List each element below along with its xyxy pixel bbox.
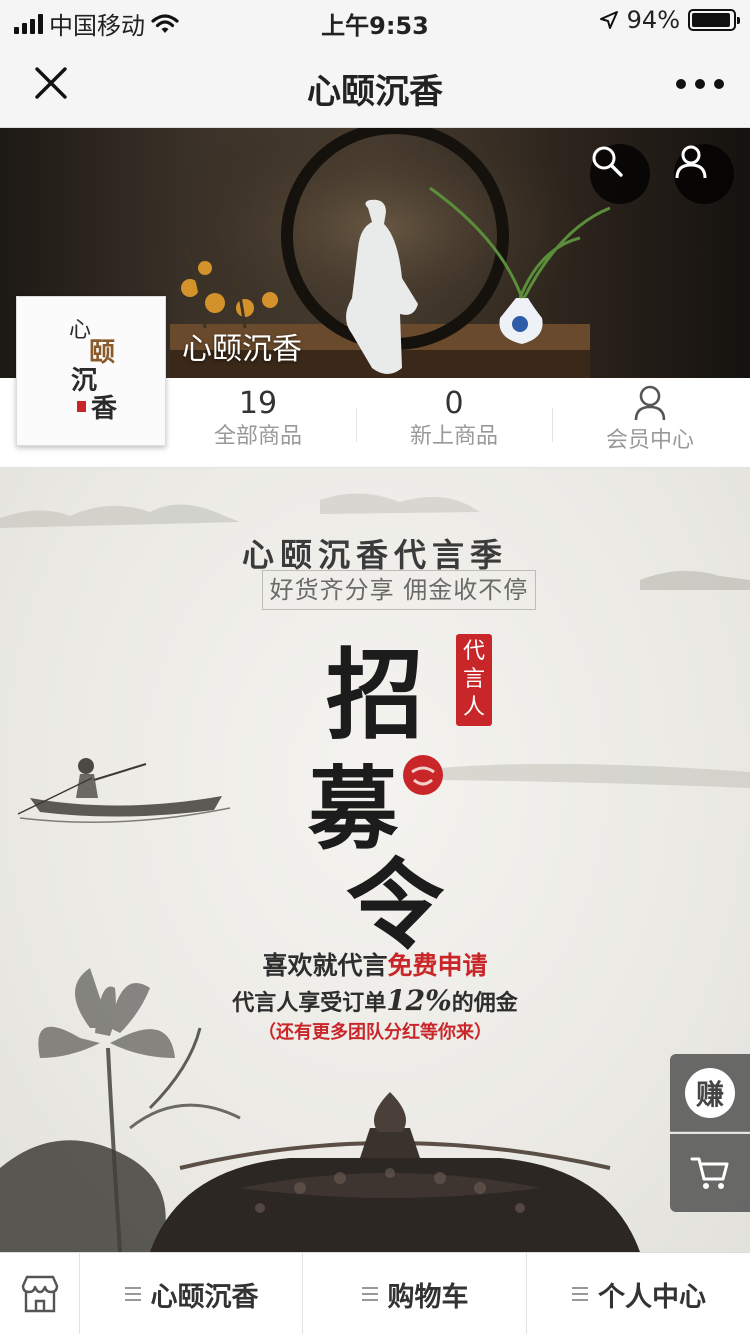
new-products-count: 0 bbox=[444, 386, 464, 421]
banner-line-apply: 喜欢就代言免费申请 bbox=[0, 946, 750, 982]
account-button[interactable] bbox=[674, 144, 734, 204]
search-button[interactable] bbox=[590, 144, 650, 204]
nav-bar: 心颐沉香 bbox=[0, 40, 750, 128]
cart-float-button[interactable] bbox=[670, 1134, 750, 1212]
battery-icon bbox=[688, 9, 740, 31]
all-products-label: 全部商品 bbox=[213, 424, 302, 449]
earn-button[interactable]: 赚 bbox=[670, 1054, 750, 1132]
stat-member-center[interactable]: 会员中心 bbox=[552, 378, 748, 468]
bottom-nav: 心颐沉香 购物车 个人中心 bbox=[0, 1252, 750, 1334]
red-seal-stamp bbox=[403, 755, 443, 795]
more-icon[interactable] bbox=[676, 70, 724, 98]
user-icon bbox=[675, 145, 707, 179]
shop-logo: 心 颐 沉 香 bbox=[16, 296, 166, 446]
search-icon bbox=[592, 146, 623, 177]
apply-text: 喜欢就代言 bbox=[262, 951, 388, 980]
battery-percent: 94% bbox=[626, 6, 680, 34]
all-products-count: 19 bbox=[238, 386, 278, 421]
shop-name: 心颐沉香 bbox=[182, 332, 302, 367]
battery-fill bbox=[692, 13, 730, 27]
page-title: 心颐沉香 bbox=[307, 72, 443, 112]
member-center-label: 会员中心 bbox=[605, 428, 694, 453]
menu-icon bbox=[572, 1287, 588, 1301]
tab-cart-label: 购物车 bbox=[387, 1281, 469, 1313]
menu-icon bbox=[361, 1287, 378, 1301]
calligraphy-logo: 心 颐 沉 香 bbox=[69, 318, 117, 424]
tab-profile-label: 个人中心 bbox=[598, 1281, 706, 1313]
commission-prefix: 代言人享受订单 bbox=[232, 990, 387, 1016]
svg-text:颐: 颐 bbox=[89, 338, 115, 368]
earn-label: 赚 bbox=[685, 1067, 735, 1118]
stat-all-products[interactable]: 19 全部商品 bbox=[160, 378, 356, 468]
menu-icon bbox=[124, 1287, 141, 1301]
svg-text:心: 心 bbox=[69, 318, 91, 343]
banner-subtitle: 好货齐分享 佣金收不停 bbox=[262, 570, 536, 610]
tab-shop-label: 心颐沉香 bbox=[150, 1281, 259, 1313]
tab-shop[interactable]: 心颐沉香 bbox=[81, 1253, 303, 1334]
banner-line-team: （还有更多团队分红等你来） bbox=[258, 1022, 492, 1043]
free-apply-text: 免费申请 bbox=[387, 951, 488, 980]
location-arrow-icon bbox=[599, 11, 618, 29]
banner-line-commission: 代言人享受订单12%的佣金 bbox=[0, 984, 750, 1017]
status-right: 94% bbox=[599, 6, 740, 34]
cart-icon bbox=[690, 1157, 729, 1189]
tab-profile[interactable]: 个人中心 bbox=[528, 1253, 750, 1334]
svg-text:香: 香 bbox=[91, 394, 117, 424]
svg-text:沉: 沉 bbox=[71, 366, 97, 396]
commission-suffix: 的佣金 bbox=[451, 990, 518, 1016]
status-bar: 中国移动 上午9:53 94% bbox=[0, 0, 750, 40]
stat-new-products[interactable]: 0 新上商品 bbox=[356, 378, 552, 468]
promo-banner[interactable]: 心颐沉香代言季 好货齐分享 佣金收不停 招 代言人 募 令 喜欢就代言免费申请 … bbox=[0, 468, 750, 1252]
shop-icon bbox=[21, 1275, 58, 1313]
tab-cart[interactable]: 购物车 bbox=[304, 1253, 527, 1334]
spokesperson-seal: 代言人 bbox=[456, 634, 492, 726]
commission-percent: 12% bbox=[386, 984, 452, 1017]
user-icon bbox=[634, 385, 666, 421]
new-products-label: 新上商品 bbox=[409, 424, 498, 449]
shop-home-button[interactable] bbox=[0, 1253, 80, 1334]
